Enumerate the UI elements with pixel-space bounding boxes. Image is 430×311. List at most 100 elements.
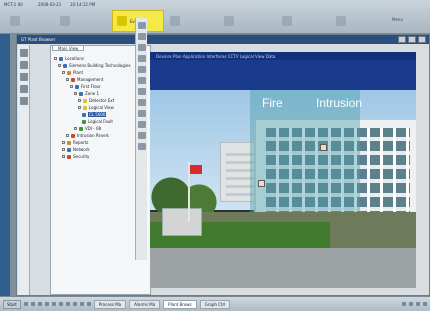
- quicklaunch-icon[interactable]: [51, 302, 56, 306]
- taskbar-item-active[interactable]: Plant Brows: [163, 299, 197, 309]
- left-accent-strip: [0, 34, 10, 296]
- detector-marker-icon[interactable]: [258, 180, 265, 187]
- window-icon: [336, 16, 346, 26]
- building-icon: [63, 63, 67, 68]
- logical-icon: [83, 105, 87, 110]
- tree-node[interactable]: Logical View: [78, 105, 114, 110]
- quicklaunch-icon[interactable]: [72, 302, 77, 306]
- tree-node[interactable]: Locations: [54, 56, 84, 61]
- tree-node-selected[interactable]: CL 5000: [82, 112, 107, 117]
- quicklaunch-icon[interactable]: [30, 302, 35, 306]
- monitor-icon: [282, 16, 292, 26]
- plant-icon: [67, 70, 71, 75]
- security-icon: [67, 154, 71, 159]
- site-graphic-canvas[interactable]: Devices Plan Application Interfaces CCTV…: [150, 52, 416, 288]
- report-icon: [67, 140, 71, 145]
- zone-label-intrusion: Intrusion: [316, 96, 363, 110]
- tree-node[interactable]: Security: [62, 154, 89, 159]
- toolbar-button-4[interactable]: [166, 10, 187, 32]
- maximize-icon[interactable]: [408, 36, 416, 43]
- detector-icon: [83, 98, 87, 103]
- tool-icon[interactable]: [138, 55, 146, 62]
- close-icon[interactable]: [418, 36, 426, 43]
- vdi-icon: [79, 126, 83, 131]
- toolbar-button-5[interactable]: [220, 10, 241, 32]
- tool-icon[interactable]: [138, 44, 146, 51]
- quicklaunch-icon[interactable]: [79, 302, 84, 306]
- status-date: 2008-03-21: [38, 2, 62, 7]
- tray-icon[interactable]: [416, 302, 420, 306]
- tree-node[interactable]: First Floor: [70, 84, 101, 89]
- taskbar-item[interactable]: Graph Ctrl: [199, 299, 231, 309]
- tool-icon[interactable]: [20, 97, 28, 105]
- tree-node[interactable]: Plant: [62, 70, 83, 75]
- minimize-icon[interactable]: [398, 36, 406, 43]
- left-tool-column: [18, 45, 30, 295]
- graphic-toolbar: [135, 18, 147, 260]
- tool-icon[interactable]: [20, 85, 28, 93]
- toolbar-button-1[interactable]: [6, 10, 27, 32]
- tab-main-view[interactable]: Main View: [52, 45, 85, 51]
- tool-icon[interactable]: [138, 77, 146, 84]
- quicklaunch-icon[interactable]: [44, 302, 49, 306]
- tool-icon[interactable]: [138, 22, 146, 29]
- window-controls: [398, 36, 426, 43]
- tool-icon[interactable]: [138, 88, 146, 95]
- canvas-header-band: [150, 60, 416, 90]
- quicklaunch-icon[interactable]: [58, 302, 63, 306]
- tray-icon[interactable]: [423, 302, 427, 306]
- detector-marker-icon[interactable]: [320, 144, 327, 151]
- tool-icon[interactable]: [138, 143, 146, 150]
- top-toolbar: MCT-1 00 2008-03-21 10:14:12 PM Event Me…: [0, 0, 430, 34]
- taskbar: Start Process Ma Alarms Ma Plant Brows G…: [0, 296, 430, 311]
- tool-icon[interactable]: [138, 132, 146, 139]
- entrance-sign: [162, 208, 202, 236]
- management-icon: [71, 77, 75, 82]
- canvas-menu[interactable]: Devices Plan Application Interfaces CCTV…: [150, 52, 416, 60]
- tree-node[interactable]: VDI - 08: [74, 126, 101, 131]
- device-icon: [82, 112, 86, 117]
- start-button[interactable]: Start: [3, 299, 21, 309]
- tree-node[interactable]: Intrusion Panels: [66, 133, 109, 138]
- quicklaunch-icon[interactable]: [65, 302, 70, 306]
- tool-icon[interactable]: [138, 121, 146, 128]
- quicklaunch-icon[interactable]: [37, 302, 42, 306]
- tool-icon[interactable]: [20, 49, 28, 57]
- status-station: MCT-1 00: [4, 2, 23, 7]
- flag-icon: [190, 165, 202, 174]
- quicklaunch-icon[interactable]: [23, 302, 28, 306]
- tray-icon[interactable]: [409, 302, 413, 306]
- tool-icon[interactable]: [138, 99, 146, 106]
- tool-icon[interactable]: [20, 61, 28, 69]
- network-icon: [67, 147, 71, 152]
- toolbar-button-2[interactable]: [56, 10, 77, 32]
- system-icon: [10, 16, 20, 26]
- tool-icon[interactable]: [138, 33, 146, 40]
- status-time: 10:14:12 PM: [70, 2, 96, 7]
- tree-node[interactable]: Siemens Building Technologies: [58, 63, 131, 68]
- tool-icon[interactable]: [20, 73, 28, 81]
- tool-icon[interactable]: [138, 66, 146, 73]
- tree-node[interactable]: Management: [66, 77, 103, 82]
- app-root: { "topbar": { "status_left": "MCT-1 00",…: [0, 0, 430, 311]
- tray-icon[interactable]: [402, 302, 406, 306]
- menu-button[interactable]: Menu: [388, 14, 407, 24]
- tree-node[interactable]: Logical Fault: [82, 119, 113, 124]
- zone-icon: [79, 91, 83, 96]
- tool-icon[interactable]: [138, 110, 146, 117]
- tree-node[interactable]: Network: [62, 147, 90, 152]
- list-icon: [60, 16, 70, 26]
- flag-pole: [188, 162, 202, 222]
- quicklaunch-icon[interactable]: [86, 302, 91, 306]
- toolbar-button-6[interactable]: [278, 10, 299, 32]
- tree-node[interactable]: Zone 1: [74, 91, 99, 96]
- taskbar-item[interactable]: Alarms Ma: [129, 299, 161, 309]
- tree-node[interactable]: Reports: [62, 140, 88, 145]
- window-title: GT Plant Browser: [17, 35, 429, 44]
- taskbar-item[interactable]: Process Ma: [93, 299, 127, 309]
- road: [150, 248, 416, 288]
- floor-icon: [75, 84, 79, 89]
- lightning-icon: [117, 16, 127, 26]
- tree-node[interactable]: Detector Ext: [78, 98, 114, 103]
- toolbar-button-7[interactable]: [332, 10, 353, 32]
